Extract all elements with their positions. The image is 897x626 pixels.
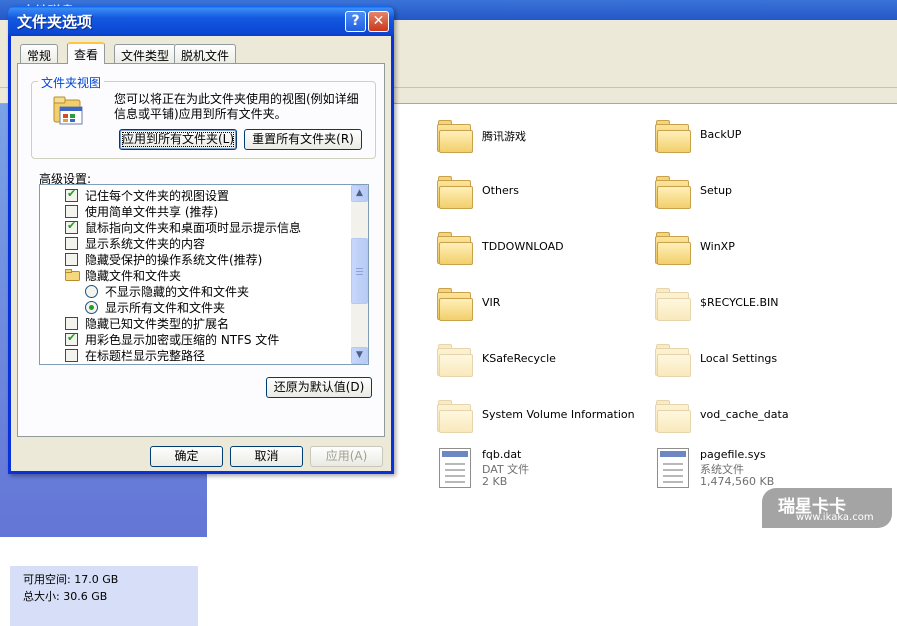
dialog-titlebar[interactable]: 文件夹选项 ? ✕ [8,6,394,36]
folder-icon [653,116,693,156]
total-size-label: 总大小: 30.6 GB [23,590,108,603]
file-icon [653,446,693,488]
help-button[interactable]: ? [345,11,366,32]
folder-options-dialog: 文件夹选项 ? ✕ 常规 查看 文件类型 脱机文件 文件夹视图 您可以将正在为此… [8,6,394,474]
watermark-logo: 瑞星卡卡 www.ikaka.com [762,488,892,528]
setting-label: 记住每个文件夹的视图设置 [85,189,230,203]
checkbox[interactable] [65,219,78,234]
folder-icon [435,396,475,436]
folder-views-icon [51,94,85,128]
item-size: 1,474,560 KB [700,475,775,488]
folder-icon [653,396,693,436]
item-name: Setup [700,184,733,197]
setting-label: 不显示隐藏的文件和文件夹 [105,285,250,299]
restore-defaults-button[interactable]: 还原为默认值(D) [266,377,372,398]
tab-general[interactable]: 常规 [20,44,59,63]
setting-label: 显示系统文件夹的内容 [85,237,206,251]
item-name: $RECYCLE.BIN [700,296,779,309]
item-name: WinXP [700,240,735,253]
item-name: Local Settings [700,352,778,365]
setting-label: 隐藏受保护的操作系统文件(推荐) [85,253,263,267]
free-space-label: 可用空间: 17.0 GB [23,573,119,586]
tab-offline-files[interactable]: 脱机文件 [174,44,237,63]
tab-view[interactable]: 查看 [67,42,106,64]
setting-label: 使用简单文件共享 (推荐) [85,205,219,219]
folder-icon [65,269,80,281]
item-name: pagefile.sys [700,448,766,461]
checkbox[interactable] [65,187,78,202]
tab-file-types[interactable]: 文件类型 [114,44,177,63]
item-name: fqb.dat [482,448,522,461]
scroll-down-arrow-icon[interactable]: ▼ [351,347,368,364]
scroll-up-arrow-icon[interactable]: ▲ [351,185,368,202]
folder-icon [435,228,475,268]
setting-label: 在标题栏显示完整路径 [85,349,206,363]
checkbox[interactable] [65,317,78,330]
checkbox[interactable] [65,253,78,266]
item-name: KSafeRecycle [482,352,556,365]
radio[interactable] [85,301,98,314]
cancel-button[interactable]: 取消 [230,446,303,467]
details-panel: 可用空间: 17.0 GB 总大小: 30.6 GB [10,566,198,626]
setting-label: 鼠标指向文件夹和桌面项时显示提示信息 [85,221,302,235]
folder-icon [435,284,475,324]
setting-label: 显示所有文件和文件夹 [105,301,226,315]
watermark-url: www.ikaka.com [796,512,874,523]
item-name: BackUP [700,128,742,141]
item-size: 2 KB [482,475,508,488]
folder-views-description: 您可以将正在为此文件夹使用的视图(例如详细信息或平铺)应用到所有文件夹。 [114,92,359,121]
setting-label: 隐藏已知文件类型的扩展名 [85,317,230,331]
ok-button[interactable]: 确定 [150,446,223,467]
checkbox[interactable] [65,349,78,362]
folder-icon [653,340,693,380]
setting-label: 用彩色显示加密或压缩的 NTFS 文件 [85,333,280,347]
folder-icon [653,284,693,324]
checkbox[interactable] [65,237,78,250]
radio[interactable] [85,285,98,298]
folder-icon [653,172,693,212]
dialog-body: 常规 查看 文件类型 脱机文件 文件夹视图 您可以将正在为此文件夹使用的视图(例… [11,36,391,471]
scroll-thumb[interactable] [351,238,368,304]
setting-label: 隐藏文件和文件夹 [85,269,182,283]
folder-icon [435,340,475,380]
item-name: System Volume Information [482,408,635,421]
close-button[interactable]: ✕ [368,11,389,32]
item-name: vod_cache_data [700,408,789,421]
item-name: VIR [482,296,501,309]
apply-button[interactable]: 应用(A) [310,446,383,467]
folder-views-legend: 文件夹视图 [38,74,105,91]
folder-icon [435,172,475,212]
checkbox[interactable] [65,331,78,346]
apply-to-all-folders-button[interactable]: 应用到所有文件夹(L) [119,129,237,150]
folder-icon [435,116,475,156]
item-name: 腾讯游戏 [482,130,526,143]
item-name: TDDOWNLOAD [482,240,564,253]
vertical-scrollbar[interactable]: ▲ ▼ [351,185,368,364]
dialog-title: 文件夹选项 [17,13,93,31]
reset-all-folders-button[interactable]: 重置所有文件夹(R) [244,129,362,150]
checkbox[interactable] [65,205,78,218]
file-icon [435,446,475,488]
item-name: Others [482,184,519,197]
folder-icon [653,228,693,268]
advanced-settings-list[interactable]: 记住每个文件夹的视图设置 使用简单文件共享 (推荐) 鼠标指向文件夹和桌面项时显… [39,184,369,365]
